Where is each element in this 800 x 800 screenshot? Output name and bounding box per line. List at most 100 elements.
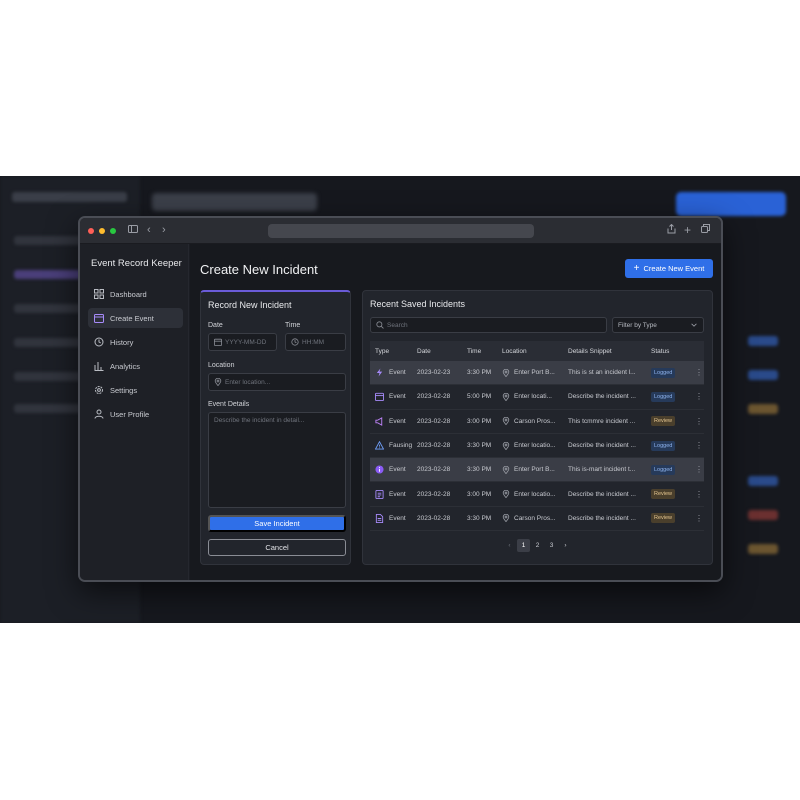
maximize-window-button[interactable] (110, 228, 116, 234)
background-nav-item (14, 404, 84, 413)
sidebar-item-label: Settings (110, 385, 138, 395)
cell-location: Carson Pros... (502, 514, 568, 523)
cell-date: 2023-02-28 (417, 514, 451, 522)
more-options-icon[interactable]: ⋮ (694, 514, 704, 523)
more-options-icon[interactable]: ⋮ (694, 465, 704, 474)
type-text: Fausing (389, 442, 413, 450)
previous-page-button[interactable]: ‹ (503, 539, 516, 552)
column-header-location[interactable]: Location (502, 348, 568, 355)
history-icon (94, 337, 104, 347)
cell-details: Describe the incident ... (568, 514, 636, 522)
location-pin-icon (502, 465, 510, 474)
location-field[interactable] (208, 373, 346, 391)
address-bar[interactable] (268, 224, 534, 238)
record-panel-title: Record New Incident (208, 300, 292, 310)
close-window-button[interactable] (88, 228, 94, 234)
background-page-title (152, 193, 317, 211)
type-text: Event (389, 490, 406, 498)
event-details-textarea[interactable] (214, 417, 345, 505)
cell-status: Logged (651, 367, 694, 378)
back-arrow-icon[interactable]: ‹ (147, 224, 151, 236)
share-icon[interactable] (667, 223, 676, 237)
sidebar-item-user-profile[interactable]: User Profile (88, 404, 183, 424)
more-options-icon[interactable]: ⋮ (694, 441, 704, 450)
search-field[interactable] (370, 317, 607, 333)
app-title: Event Record Keeper (91, 258, 182, 269)
document-icon (375, 513, 384, 523)
column-header-time[interactable]: Time (467, 348, 502, 355)
sidebar-item-label: Create Event (110, 313, 154, 323)
table-row[interactable]: Event 2023-02-28 3:30 PM Carson Pros... Desc… (370, 507, 704, 532)
cell-details: This is-mart incident t... (568, 466, 636, 474)
sidebar-item-analytics[interactable]: Analytics (88, 356, 183, 376)
status-badge: Logged (651, 464, 676, 475)
location-input[interactable] (225, 378, 345, 386)
column-header-date[interactable]: Date (417, 348, 467, 355)
cell-location: Enter locatio... (502, 441, 568, 450)
create-new-event-button[interactable]: + Create New Event (625, 259, 713, 278)
column-header-status[interactable]: Status (651, 348, 694, 355)
filter-label: Filter by Type (618, 321, 657, 329)
more-options-icon[interactable]: ⋮ (694, 392, 704, 401)
type-text: Event (389, 369, 406, 377)
calendar-icon (375, 393, 384, 402)
table-row[interactable]: Event 2023-02-28 3:30 PM Enter Port B... Thi… (370, 458, 704, 483)
filter-by-type-select[interactable]: Filter by Type (612, 317, 704, 333)
page-3-button[interactable]: 3 (545, 539, 558, 552)
next-page-button[interactable]: › (559, 539, 572, 552)
minimize-window-button[interactable] (99, 228, 105, 234)
more-options-icon[interactable]: ⋮ (694, 417, 704, 426)
event-details-field[interactable] (208, 412, 346, 508)
location-pin-icon (502, 417, 510, 426)
cell-date: 2023-02-28 (417, 442, 451, 450)
save-incident-button[interactable]: Save Incident (208, 515, 346, 532)
sidebar-item-history[interactable]: History (88, 332, 183, 352)
sidebar-toggle-icon[interactable] (128, 224, 138, 237)
time-input[interactable] (302, 338, 345, 346)
location-text: Carson Pros... (514, 417, 556, 425)
record-incident-panel: Record New Incident Date Time Location E… (200, 290, 351, 565)
sidebar-item-create-event[interactable]: Create Event (88, 308, 183, 328)
tabs-overview-icon[interactable] (701, 224, 710, 236)
forward-arrow-icon[interactable]: › (162, 224, 166, 236)
analytics-icon (94, 362, 104, 371)
more-options-icon[interactable]: ⋮ (694, 368, 704, 377)
table-row[interactable]: Event 2023-02-28 3:00 PM Carson Pros... This… (370, 410, 704, 434)
cell-details: This is st an incident l... (568, 369, 636, 377)
pagination: ‹ 1 2 3 › (503, 539, 573, 552)
date-field[interactable] (208, 333, 277, 351)
location-text: Carson Pros... (514, 514, 556, 522)
background-create-button (676, 192, 786, 216)
sidebar-item-settings[interactable]: Settings (88, 380, 183, 400)
cell-location: Carson Pros... (502, 417, 568, 426)
date-input[interactable] (225, 338, 276, 346)
new-tab-icon[interactable]: + (684, 224, 691, 236)
table-row[interactable]: Event 2023-02-23 3:30 PM Enter Port B... Thi… (370, 361, 704, 386)
cell-status: Logged (651, 391, 694, 402)
type-text: Event (389, 393, 406, 401)
sidebar-item-dashboard[interactable]: Dashboard (88, 284, 183, 304)
table-row[interactable]: Fausing 2023-02-28 3:30 PM Enter locatio...… (370, 434, 704, 459)
location-label: Location (208, 362, 235, 369)
status-badge: Review (651, 416, 676, 427)
page-1-button[interactable]: 1 (517, 539, 530, 552)
type-text: Event (389, 466, 406, 474)
time-field[interactable] (285, 333, 346, 351)
page-2-button[interactable]: 2 (531, 539, 544, 552)
background-badge (748, 404, 778, 414)
cell-date: 2023-02-28 (417, 466, 451, 474)
cell-status: Review (651, 489, 694, 500)
cancel-button[interactable]: Cancel (208, 539, 346, 556)
table-row[interactable]: Event 2023-02-28 3:00 PM Enter locatio... De… (370, 482, 704, 507)
cell-location: Enter locati... (502, 392, 568, 401)
search-input[interactable] (387, 321, 606, 329)
column-header-details[interactable]: Details Snippet (568, 348, 651, 355)
cell-type: Event (370, 489, 417, 499)
cell-type: Fausing (370, 441, 417, 450)
cell-type: Event (370, 392, 417, 402)
background-badge (748, 510, 778, 520)
more-options-icon[interactable]: ⋮ (694, 490, 704, 499)
column-header-type[interactable]: Type (370, 348, 417, 355)
table-row[interactable]: Event 2023-02-28 5:00 PM Enter locati... Des… (370, 385, 704, 410)
background-badge (748, 336, 778, 346)
